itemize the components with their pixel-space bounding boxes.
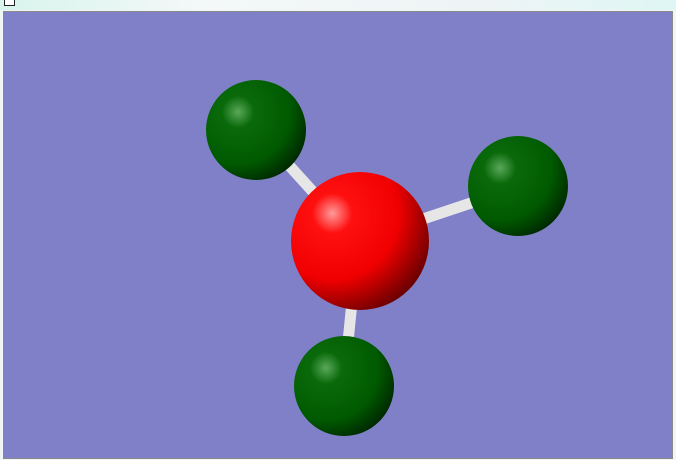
ligand-atom-top-left[interactable] (206, 80, 306, 180)
molecule-render (206, 80, 568, 436)
window-menu-icon[interactable] (4, 0, 15, 6)
molecule-viewport[interactable] (3, 11, 673, 459)
ligand-atom-right[interactable] (468, 136, 568, 236)
window-titlebar[interactable] (0, 0, 676, 10)
ligand-atom-bottom[interactable] (294, 336, 394, 436)
central-atom[interactable] (291, 172, 429, 310)
